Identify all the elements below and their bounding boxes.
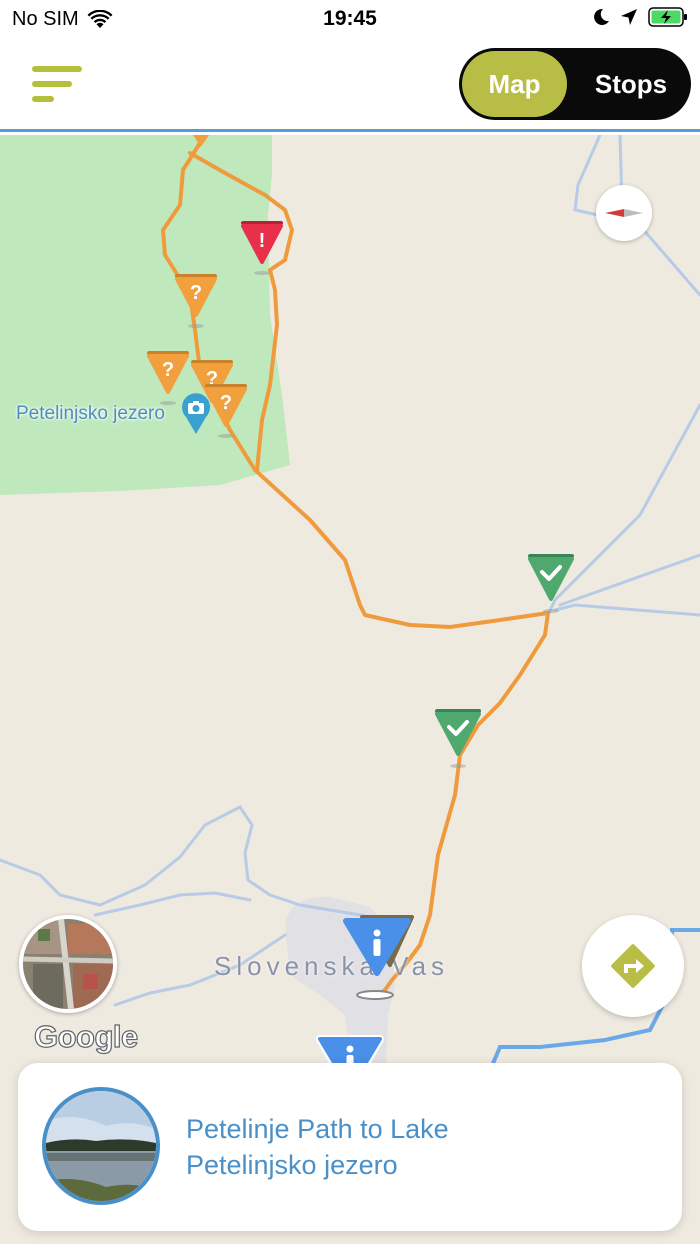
question-mark-icon[interactable]: ? [146, 350, 190, 408]
google-logo: Google [33, 1018, 138, 1054]
svg-text:?: ? [190, 282, 202, 304]
hamburger-menu-icon[interactable] [28, 64, 84, 106]
route-card[interactable]: Petelinje Path to Lake Petelinjsko jezer… [18, 1063, 682, 1231]
tab-stops[interactable]: Stops [575, 51, 687, 117]
battery-charging-icon [648, 7, 687, 27]
exclamation-icon[interactable]: ! [240, 220, 284, 278]
checkmark-icon[interactable] [434, 708, 482, 770]
app-header: Map Stops [0, 40, 700, 132]
directions-button[interactable] [582, 915, 684, 1017]
directions-icon [611, 944, 655, 988]
status-bar: No SIM 19:45 [0, 0, 700, 40]
route-title: Petelinje Path to Lake Petelinjsko jezer… [186, 1111, 606, 1183]
svg-text:?: ? [220, 392, 232, 414]
poi-label[interactable]: Petelinjsko jezero [16, 403, 165, 425]
route-title-line1: Petelinje Path to Lake [186, 1114, 449, 1144]
status-right [594, 7, 688, 27]
status-left: No SIM [12, 8, 113, 31]
route-title-line2: Petelinjsko jezero [186, 1150, 398, 1180]
question-mark-icon[interactable]: ? [174, 273, 218, 331]
compass-icon[interactable] [596, 185, 652, 241]
moon-icon [594, 8, 609, 25]
route-thumbnail [42, 1087, 160, 1205]
tab-map[interactable]: Map [462, 51, 567, 117]
street-view-thumbnail[interactable] [19, 915, 117, 1013]
svg-text:?: ? [162, 359, 174, 381]
question-mark-icon[interactable] [190, 135, 212, 149]
question-mark-icon[interactable]: ? [204, 383, 248, 441]
wifi-icon [87, 9, 113, 28]
carrier-label: No SIM [12, 8, 79, 30]
svg-text:!: ! [259, 230, 266, 252]
location-arrow-icon [621, 9, 637, 25]
forest-area [0, 135, 290, 495]
info-icon[interactable] [342, 913, 416, 1003]
view-toggle: Map Stops [459, 48, 691, 120]
checkmark-icon[interactable] [527, 553, 575, 615]
